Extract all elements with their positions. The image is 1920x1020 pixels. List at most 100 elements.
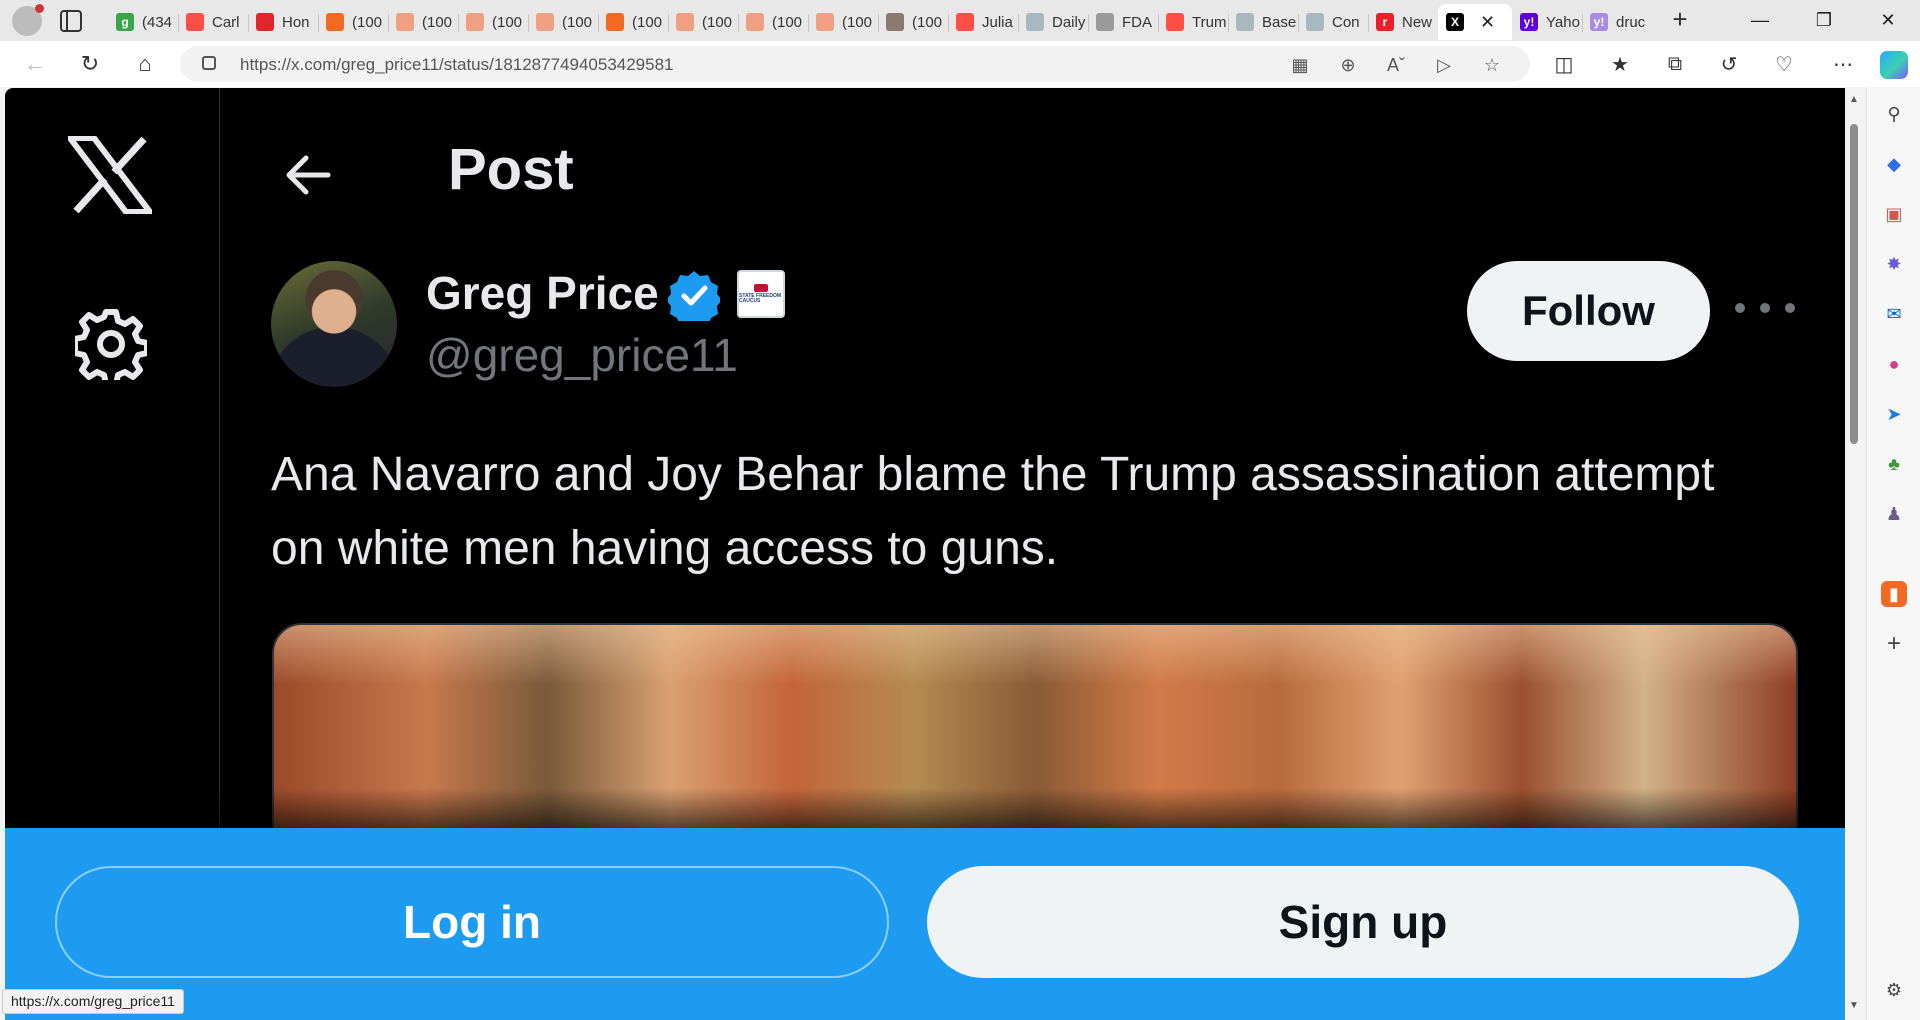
tab-favicon-icon [1236, 13, 1254, 31]
back-button[interactable]: ← [20, 49, 50, 79]
add-sidebar-app-icon[interactable]: + [1881, 630, 1907, 657]
browser-essentials-icon[interactable]: ♡ [1771, 51, 1797, 77]
tab-title: (100 [632, 13, 663, 31]
new-tab-button[interactable]: + [1664, 4, 1696, 36]
tab-favicon-icon [746, 13, 764, 31]
page-title: Post [448, 137, 574, 202]
tab-actions-icon[interactable] [60, 10, 82, 32]
browser-tab[interactable]: (100 [318, 4, 388, 40]
send-icon[interactable]: ➤ [1881, 401, 1907, 427]
author-avatar[interactable] [271, 261, 397, 387]
address-url[interactable]: https://x.com/greg_price11/status/181287… [240, 55, 674, 75]
browser-tab[interactable]: g (434 [108, 4, 178, 40]
signup-button[interactable]: Sign up [927, 866, 1799, 978]
browser-tab[interactable]: r New [1368, 4, 1438, 40]
tab-title: (100 [422, 13, 453, 31]
refresh-button[interactable]: ↻ [75, 49, 105, 79]
tree-icon[interactable]: ♣ [1881, 451, 1907, 477]
tab-favicon-icon [256, 13, 274, 31]
page-scrollbar[interactable]: ▲ ▼ [1845, 88, 1863, 1020]
x-logo-icon[interactable] [68, 136, 152, 214]
zoom-icon[interactable]: ⊕ [1336, 53, 1360, 77]
scrollbar-thumb[interactable] [1850, 124, 1858, 444]
author-handle[interactable]: @greg_price11 [426, 328, 738, 382]
browser-tab[interactable]: Trum [1158, 4, 1228, 40]
tab-favicon-icon [956, 13, 974, 31]
browser-tab[interactable]: (100 [458, 4, 528, 40]
home-button[interactable]: ⌂ [130, 49, 160, 79]
tab-favicon-icon: r [1376, 13, 1394, 31]
browser-tab[interactable]: (100 [668, 4, 738, 40]
tab-title: (100 [842, 13, 873, 31]
browser-tab[interactable]: (100 [808, 4, 878, 40]
close-window-button[interactable]: ✕ [1856, 0, 1920, 41]
tab-favicon-icon [1166, 13, 1184, 31]
verified-badge-icon[interactable] [668, 269, 720, 321]
address-bar[interactable]: https://x.com/greg_price11/status/181287… [180, 46, 1530, 82]
designer-icon[interactable]: ● [1881, 351, 1907, 377]
favorite-star-icon[interactable]: ☆ [1480, 53, 1504, 77]
tab-favicon-icon [816, 13, 834, 31]
split-screen-icon[interactable]: ◫ [1551, 51, 1577, 77]
collections-icon[interactable]: ⧉ [1662, 51, 1688, 77]
search-icon[interactable]: ⚲ [1881, 101, 1907, 127]
browser-tab[interactable]: (100 [388, 4, 458, 40]
bookmark-app-icon[interactable]: ▮ [1881, 581, 1907, 607]
tab-favicon-icon [466, 13, 484, 31]
browser-tab[interactable]: (100 [528, 4, 598, 40]
browser-tab[interactable]: y! Yaho [1512, 4, 1582, 40]
browser-tab[interactable]: Hon [248, 4, 318, 40]
browser-tab[interactable]: y! druc [1582, 4, 1652, 40]
scroll-down-icon[interactable]: ▼ [1848, 1000, 1860, 1012]
tab-title: Yaho [1546, 13, 1580, 31]
browser-tab[interactable]: Daily [1018, 4, 1088, 40]
copilot-sidebar-icon[interactable]: ✸ [1881, 251, 1907, 277]
copilot-icon[interactable] [1880, 51, 1908, 79]
favorites-icon[interactable]: ★ [1607, 51, 1633, 77]
more-menu-icon[interactable]: ⋯ [1830, 51, 1856, 77]
tab-title: (100 [702, 13, 733, 31]
media-icon[interactable]: ▷ [1432, 53, 1456, 77]
shopping-tag-icon[interactable]: ◆ [1881, 151, 1907, 177]
login-button[interactable]: Log in [55, 866, 889, 978]
flag-icon [754, 284, 768, 292]
browser-tab[interactable]: Carl [178, 4, 248, 40]
browser-tab[interactable]: (100 [598, 4, 668, 40]
tab-favicon-icon: X [1446, 13, 1464, 31]
browser-tab[interactable]: FDA [1088, 4, 1158, 40]
back-arrow-icon[interactable] [280, 148, 334, 202]
tab-title: (100 [352, 13, 383, 31]
browser-tab[interactable]: (100 [738, 4, 808, 40]
settings-gear-icon[interactable] [75, 308, 147, 380]
tab-favicon-icon [396, 13, 414, 31]
lock-icon[interactable] [202, 56, 216, 70]
browser-tab[interactable]: X ✕ [1438, 4, 1512, 40]
tab-title: Carl [212, 13, 240, 31]
tab-title: druc [1616, 13, 1646, 31]
apps-icon[interactable]: ▦ [1288, 53, 1312, 77]
sidebar-settings-icon[interactable]: ⚙ [1881, 977, 1907, 1003]
tab-title: Base [1262, 13, 1297, 31]
more-options-icon[interactable] [1735, 293, 1795, 323]
browser-tab[interactable]: (100 [878, 4, 948, 40]
follow-button[interactable]: Follow [1467, 261, 1710, 361]
games-icon[interactable]: ♟ [1881, 501, 1907, 527]
browser-tab[interactable]: Julia [948, 4, 1018, 40]
tab-title: (100 [912, 13, 943, 31]
author-name[interactable]: Greg Price [426, 266, 659, 320]
read-aloud-icon[interactable]: Aˇ [1384, 53, 1408, 77]
page-viewport: Post Greg Price STATE FREEDOM CAUCUS @gr… [5, 88, 1845, 1020]
restore-button[interactable]: ❐ [1792, 0, 1856, 41]
tab-favicon-icon [1026, 13, 1044, 31]
profile-avatar[interactable] [12, 4, 44, 36]
affiliation-badge[interactable]: STATE FREEDOM CAUCUS [737, 270, 785, 318]
history-icon[interactable]: ↺ [1716, 51, 1742, 77]
close-tab-icon[interactable]: ✕ [1480, 12, 1495, 33]
scroll-up-icon[interactable]: ▲ [1848, 94, 1860, 106]
browser-tab[interactable]: Base [1228, 4, 1298, 40]
outlook-icon[interactable]: ✉ [1881, 301, 1907, 327]
login-banner: Log in Sign up [5, 788, 1845, 1020]
browser-tab[interactable]: Con [1298, 4, 1368, 40]
minimize-button[interactable]: — [1728, 0, 1792, 41]
tools-icon[interactable]: ▣ [1881, 201, 1907, 227]
